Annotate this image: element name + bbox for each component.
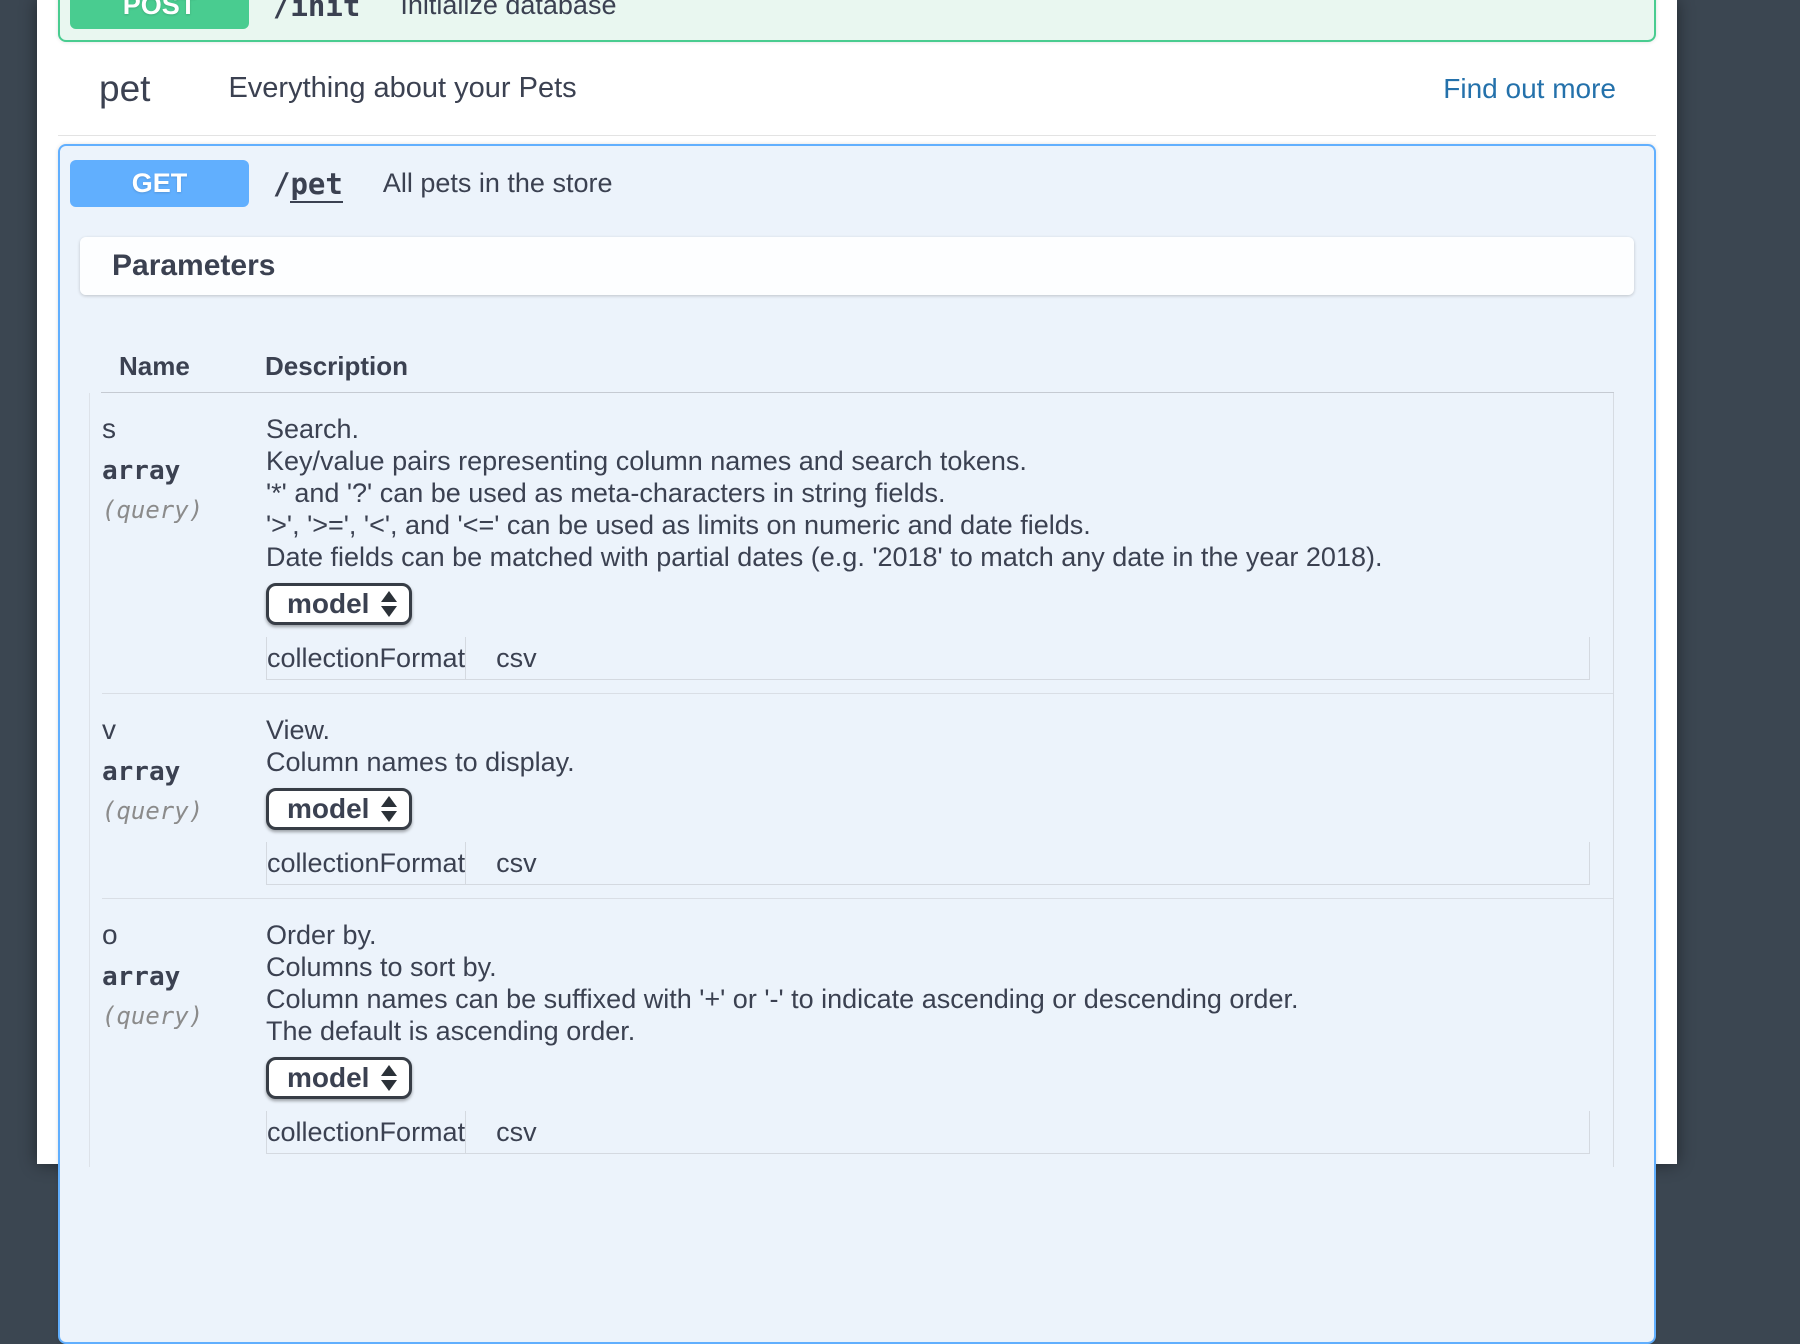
param-type: array <box>102 455 266 487</box>
method-badge-get: GET <box>70 160 249 207</box>
param-description-cell: View. Column names to display. model col… <box>266 714 1613 898</box>
description-line: View. <box>266 714 1613 746</box>
select-spinner-icon <box>381 1065 397 1091</box>
items-type-select[interactable]: model <box>266 583 412 625</box>
swagger-page: POST /init Initialize database pet Every… <box>37 0 1677 1164</box>
column-header-name: Name <box>101 351 265 382</box>
endpoint-summary-init: Initialize database <box>400 0 616 21</box>
description-line: Order by. <box>266 919 1613 951</box>
path-link-pet[interactable]: /pet <box>273 167 343 201</box>
path-link-init[interactable]: /init <box>273 0 360 23</box>
table-row: collectionFormat csv <box>267 1111 1590 1154</box>
opblock-post-init: POST /init Initialize database <box>58 0 1656 42</box>
prop-key: collectionFormat <box>267 637 466 680</box>
method-badge-post: POST <box>70 0 249 29</box>
tag-section-pet[interactable]: pet Everything about your Pets Find out … <box>58 42 1656 136</box>
parameters-table: Name Description s array (query) Search.… <box>89 295 1614 1167</box>
select-spinner-icon <box>381 796 397 822</box>
param-location: (query) <box>102 495 266 525</box>
param-row-s: s array (query) Search. Key/value pairs … <box>102 393 1613 694</box>
param-type: array <box>102 961 266 993</box>
param-location: (query) <box>102 1001 266 1031</box>
param-row-v: v array (query) View. Column names to di… <box>102 694 1613 899</box>
parameters-title: Parameters <box>112 249 275 283</box>
parameters-rows: s array (query) Search. Key/value pairs … <box>89 393 1614 1167</box>
description-line: Date fields can be matched with partial … <box>266 541 1613 573</box>
prop-key: collectionFormat <box>267 1111 466 1154</box>
param-props-table: collectionFormat csv <box>266 842 1590 885</box>
param-props-table: collectionFormat csv <box>266 637 1590 680</box>
tag-description: Everything about your Pets <box>228 72 576 105</box>
param-props-table: collectionFormat csv <box>266 1111 1590 1154</box>
param-name: v <box>102 714 266 746</box>
opblock-summary-get-pet[interactable]: GET /pet All pets in the store <box>60 146 1654 221</box>
select-spinner-icon <box>381 591 397 617</box>
items-type-select[interactable]: model <box>266 1057 412 1099</box>
param-type: array <box>102 756 266 788</box>
prop-key: collectionFormat <box>267 842 466 885</box>
description-line: Columns to sort by. <box>266 951 1613 983</box>
description-line: '*' and '?' can be used as meta-characte… <box>266 477 1613 509</box>
param-description-cell: Search. Key/value pairs representing col… <box>266 413 1613 693</box>
param-name-cell: o array (query) <box>102 919 266 1167</box>
parameters-header: Parameters <box>80 237 1634 295</box>
param-name: o <box>102 919 266 951</box>
select-value: model <box>287 793 369 825</box>
param-name-cell: v array (query) <box>102 714 266 898</box>
path-word: pet <box>290 167 342 203</box>
description-line: Key/value pairs representing column name… <box>266 445 1613 477</box>
description-line: '>', '>=', '<', and '<=' can be used as … <box>266 509 1613 541</box>
column-header-description: Description <box>265 351 408 382</box>
find-out-more-link[interactable]: Find out more <box>1443 73 1616 105</box>
description-line: Column names to display. <box>266 746 1613 778</box>
param-row-o: o array (query) Order by. Columns to sor… <box>102 899 1613 1167</box>
param-description-cell: Order by. Columns to sort by. Column nam… <box>266 919 1613 1167</box>
items-type-select[interactable]: model <box>266 788 412 830</box>
select-value: model <box>287 1062 369 1094</box>
path-slash: / <box>273 167 290 201</box>
endpoint-summary-pet: All pets in the store <box>383 168 613 199</box>
prop-value: csv <box>466 637 1590 680</box>
opblock-get-pet: GET /pet All pets in the store Parameter… <box>58 144 1656 1344</box>
parameters-table-head: Name Description <box>101 351 1614 393</box>
table-row: collectionFormat csv <box>267 842 1590 885</box>
param-name-cell: s array (query) <box>102 413 266 693</box>
description-line: Column names can be suffixed with '+' or… <box>266 983 1613 1015</box>
prop-value: csv <box>466 842 1590 885</box>
description-line: Search. <box>266 413 1613 445</box>
param-location: (query) <box>102 796 266 826</box>
tag-title: pet <box>99 68 150 110</box>
prop-value: csv <box>466 1111 1590 1154</box>
opblock-summary-post-init[interactable]: POST /init Initialize database <box>60 0 1654 42</box>
param-name: s <box>102 413 266 445</box>
select-value: model <box>287 588 369 620</box>
table-row: collectionFormat csv <box>267 637 1590 680</box>
description-line: The default is ascending order. <box>266 1015 1613 1047</box>
